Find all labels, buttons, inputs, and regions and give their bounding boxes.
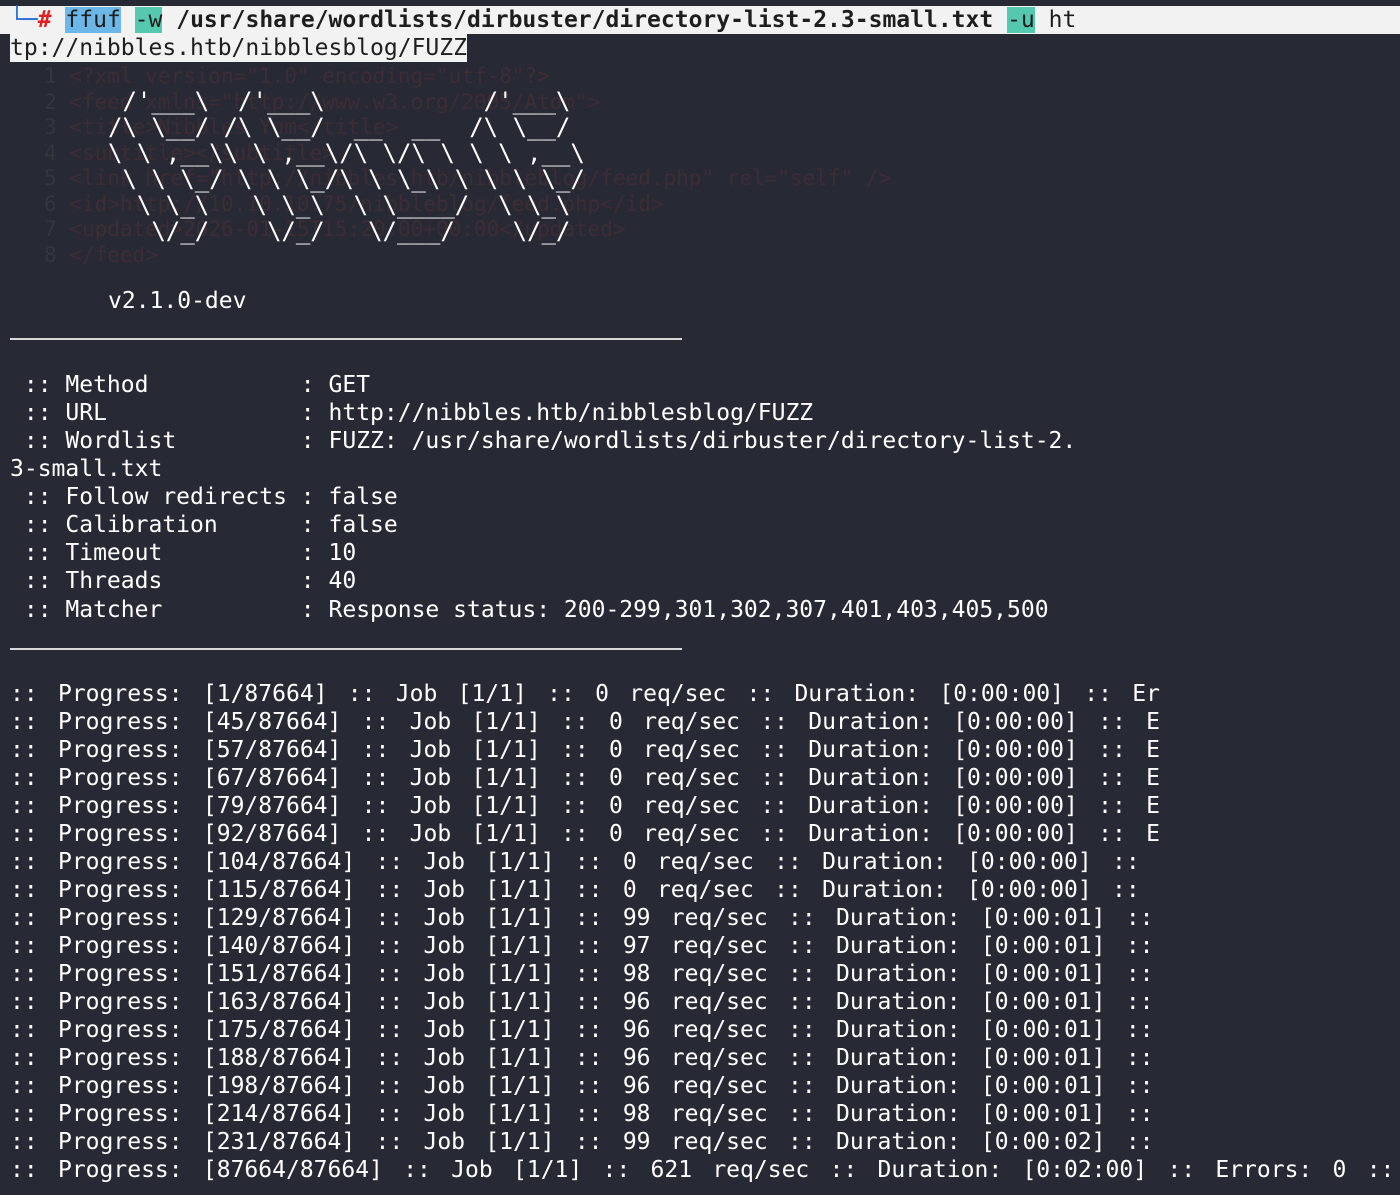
config-url: :: URL : http://nibbles.htb/nibblesblog/… bbox=[10, 399, 813, 427]
config-value: http://nibbles.htb/nibblesblog/FUZZ bbox=[328, 400, 814, 426]
config-label: :: Calibration : bbox=[10, 512, 329, 538]
config-value: GET bbox=[328, 372, 371, 398]
config-value: false bbox=[328, 484, 398, 510]
progress-line: :: Progress: [92/87664] :: Job [1/1] :: … bbox=[10, 821, 1160, 847]
config-label: :: Matcher : bbox=[10, 597, 329, 623]
config-label: :: Follow redirects : bbox=[10, 484, 329, 510]
banner-art-line: \ \_\ \ \_\ \ \____/ \ \_\ bbox=[108, 191, 571, 219]
config-follow-redirects: :: Follow redirects : false bbox=[10, 483, 398, 511]
banner-art-line: \ \ \_/ \ \ \_/\ \ \_\ \ \ \ \_/ bbox=[108, 165, 585, 193]
line-number: 2 bbox=[44, 89, 70, 114]
config-value: Response status: 200-299,301,302,307,401… bbox=[328, 597, 1049, 623]
line-text: </feed> bbox=[69, 242, 158, 267]
progress-line: :: Progress: [140/87664] :: Job [1/1] ::… bbox=[10, 933, 1154, 959]
config-label: :: Method : bbox=[10, 372, 329, 398]
config-value: FUZZ: /usr/share/wordlists/dirbuster/dir… bbox=[328, 428, 1077, 454]
config-value: false bbox=[328, 512, 398, 538]
progress-line: :: Progress: [104/87664] :: Job [1/1] ::… bbox=[10, 849, 1140, 875]
banner-art-line: /\ \__/ /\ \__/ __ __ /\ \__/ bbox=[108, 113, 571, 141]
progress-line: :: Progress: [198/87664] :: Job [1/1] ::… bbox=[10, 1073, 1154, 1099]
divider-bottom bbox=[10, 648, 682, 650]
command-line[interactable]: └─# ffuf -w /usr/share/wordlists/dirbust… bbox=[10, 6, 1076, 34]
config-label: :: Wordlist : bbox=[10, 428, 329, 454]
banner-art-line: \/_/ \/_/ \/___/ \/_/ bbox=[108, 217, 571, 245]
config-wordlist: :: Wordlist : FUZZ: /usr/share/wordlists… bbox=[10, 427, 1076, 455]
progress-line: :: Progress: [1/87664] :: Job [1/1] :: 0… bbox=[10, 681, 1160, 707]
progress-line: :: Progress: [188/87664] :: Job [1/1] ::… bbox=[10, 1045, 1154, 1071]
progress-line: :: Progress: [57/87664] :: Job [1/1] :: … bbox=[10, 737, 1160, 763]
line-number: 7 bbox=[44, 217, 70, 241]
config-value: 40 bbox=[328, 568, 357, 594]
config-label: :: Threads : bbox=[10, 568, 329, 594]
command-tool: ffuf bbox=[65, 7, 121, 33]
progress-line: :: Progress: [87664/87664] :: Job [1/1] … bbox=[10, 1157, 1395, 1183]
config-timeout: :: Timeout : 10 bbox=[10, 539, 356, 567]
progress-line: :: Progress: [231/87664] :: Job [1/1] ::… bbox=[10, 1129, 1154, 1155]
progress-line: :: Progress: [175/87664] :: Job [1/1] ::… bbox=[10, 1017, 1154, 1043]
progress-line: :: Progress: [115/87664] :: Job [1/1] ::… bbox=[10, 877, 1140, 903]
progress-line: :: Progress: [67/87664] :: Job [1/1] :: … bbox=[10, 765, 1160, 791]
wordlist-path: /usr/share/wordlists/dirbuster/directory… bbox=[176, 7, 994, 33]
progress-line: :: Progress: [79/87664] :: Job [1/1] :: … bbox=[10, 793, 1160, 819]
ffuf-banner: /'___\ /'___\ /'___\/\ \__/ /\ \__/ __ _… bbox=[108, 88, 585, 244]
flag-w: -w bbox=[134, 7, 163, 33]
line-number: 5 bbox=[44, 166, 70, 190]
progress-line: :: Progress: [214/87664] :: Job [1/1] ::… bbox=[10, 1101, 1154, 1127]
line-number: 3 bbox=[44, 115, 70, 139]
flag-u: -u bbox=[1007, 7, 1035, 33]
line-number: 4 bbox=[44, 140, 70, 165]
line-number: 8 bbox=[44, 242, 70, 267]
config-method: :: Method : GET bbox=[10, 371, 370, 399]
progress-line: :: Progress: [163/87664] :: Job [1/1] ::… bbox=[10, 989, 1154, 1015]
command-line-continuation: tp://nibbles.htb/nibblesblog/FUZZ bbox=[10, 34, 467, 62]
progress-line: :: Progress: [129/87664] :: Job [1/1] ::… bbox=[10, 905, 1154, 931]
config-calibration: :: Calibration : false bbox=[10, 511, 398, 539]
config-label: :: URL : bbox=[10, 400, 329, 426]
background-file-line: 1 <?xml version="1.0" encoding="utf-8"?> bbox=[44, 62, 550, 90]
config-label: :: Timeout : bbox=[10, 540, 329, 566]
config-wordlist-wrap: 3-small.txt bbox=[10, 456, 163, 482]
prompt-corner: └─ bbox=[10, 7, 38, 33]
version-label: v2.1.0-dev bbox=[108, 288, 247, 314]
banner-art-line: \ \ ,__\\ \ ,__\/\ \/\ \ \ \ ,__\ bbox=[108, 139, 585, 167]
config-matcher: :: Matcher : Response status: 200-299,30… bbox=[10, 596, 1049, 624]
divider-top bbox=[10, 338, 682, 340]
line-number: 6 bbox=[44, 191, 70, 216]
progress-line: :: Progress: [45/87664] :: Job [1/1] :: … bbox=[10, 709, 1160, 735]
line-number: 1 bbox=[44, 64, 70, 88]
line-text: <?xml version="1.0" encoding="utf-8"?> bbox=[69, 64, 550, 88]
banner-art-line: /'___\ /'___\ /'___\ bbox=[108, 87, 571, 115]
prompt-hash: # bbox=[37, 7, 52, 33]
config-value: 10 bbox=[328, 540, 357, 566]
url-part1: ht bbox=[1048, 7, 1077, 33]
config-threads: :: Threads : 40 bbox=[10, 567, 356, 595]
progress-line: :: Progress: [151/87664] :: Job [1/1] ::… bbox=[10, 961, 1154, 987]
